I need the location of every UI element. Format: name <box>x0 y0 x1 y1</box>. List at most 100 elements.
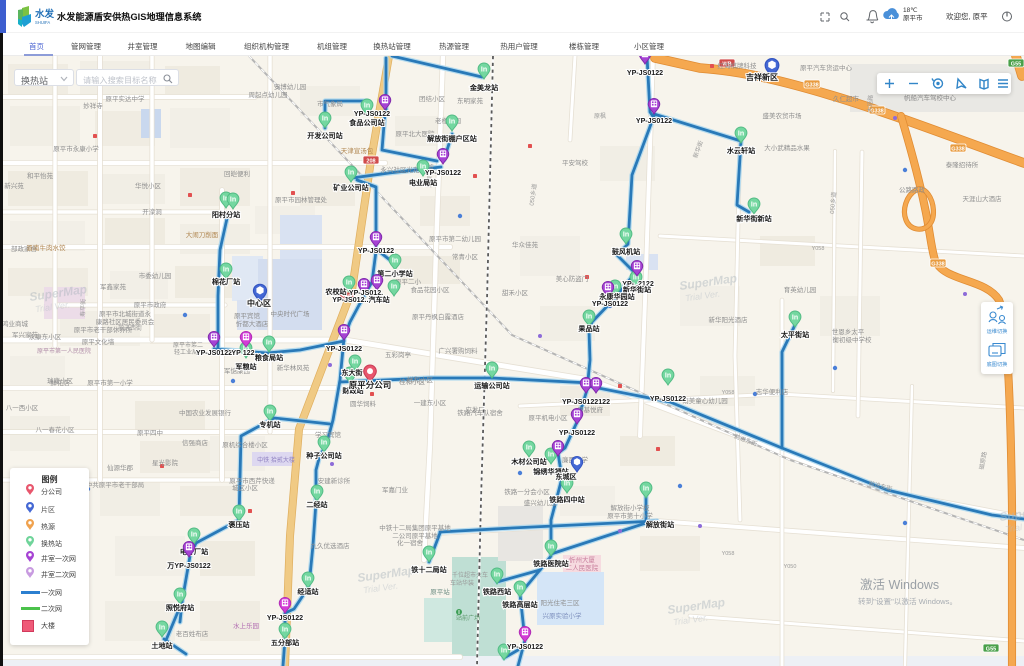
svg-text:和平怡苑: 和平怡苑 <box>27 171 54 180</box>
svg-text:原平文化墙: 原平文化墙 <box>82 337 115 346</box>
svg-text:Y058: Y058 <box>812 246 825 252</box>
svg-text:YP-JS0122: YP-JS0122 <box>650 395 686 403</box>
svg-text:中国农业发展银行: 中国农业发展银行 <box>179 408 232 417</box>
svg-text:水发能源盾安供热GIS地理信息系统: 水发能源盾安供热GIS地理信息系统 <box>57 11 201 22</box>
svg-text:转到"设置"以激活 Windows。: 转到"设置"以激活 Windows。 <box>858 596 957 606</box>
svg-text:YP-JS0122: YP-JS0122 <box>326 345 362 353</box>
svg-text:兴原实验小学: 兴原实验小学 <box>543 611 583 620</box>
svg-text:G55: G55 <box>986 646 996 652</box>
svg-text:盛美农贸市场: 盛美农贸市场 <box>763 111 803 120</box>
svg-text:棉花厂站: 棉花厂站 <box>212 277 240 286</box>
svg-text:安建新诊所: 安建新诊所 <box>318 476 351 485</box>
svg-text:YP-JS0122: YP-JS0122 <box>627 69 663 77</box>
svg-text:YP-JS012..汽车站: YP-JS012..汽车站 <box>332 295 390 304</box>
svg-text:五分部站: 五分部站 <box>271 638 299 647</box>
svg-text:新华街新站: 新华街新站 <box>736 214 771 223</box>
svg-text:妙祥寺: 妙祥寺 <box>83 101 103 110</box>
svg-text:水云轩站: 水云轩站 <box>726 146 755 155</box>
svg-text:G338: G338 <box>931 261 944 267</box>
svg-text:桂和小区: 桂和小区 <box>399 377 426 386</box>
svg-text:新华林风苑: 新华林风苑 <box>277 363 310 372</box>
svg-text:二公司原平基地: 二公司原平基地 <box>392 531 438 540</box>
svg-text:种子公司站: 种子公司站 <box>305 451 341 460</box>
svg-text:YP-JS0122: YP-JS0122 <box>636 117 672 125</box>
svg-text:激活 Windows: 激活 Windows <box>860 578 939 592</box>
svg-text:新兴苑: 新兴苑 <box>4 181 24 190</box>
svg-text:农校站: 农校站 <box>324 287 346 296</box>
svg-text:G338: G338 <box>951 146 964 152</box>
svg-text:千位超市火车: 千位超市火车 <box>452 571 488 579</box>
svg-text:二人民医院: 二人民医院 <box>566 563 599 572</box>
svg-text:美心防盗门: 美心防盗门 <box>556 274 589 283</box>
svg-text:铁路汽车队宿舍: 铁路汽车队宿舍 <box>457 408 503 417</box>
svg-text:欢迎您, 原平: 欢迎您, 原平 <box>946 11 988 21</box>
svg-text:东大街: 东大街 <box>342 368 363 377</box>
svg-text:208: 208 <box>366 158 375 164</box>
svg-text:YP-JS0122: YP-JS0122 <box>507 643 543 651</box>
svg-text:天涯山大酒店: 天涯山大酒店 <box>963 194 1003 203</box>
svg-text:原平市永康小学: 原平市永康小学 <box>53 144 99 153</box>
svg-text:平安驾校: 平安驾校 <box>562 158 589 167</box>
svg-text:东明家苑: 东明家苑 <box>457 96 484 105</box>
svg-text:雨美童心幼儿园: 雨美童心幼儿园 <box>682 396 728 405</box>
svg-text:常青小区: 常青小区 <box>452 252 479 261</box>
svg-text:原平市第二幼儿园: 原平市第二幼儿园 <box>429 234 481 243</box>
svg-text:开滦洞: 开滦洞 <box>142 207 162 216</box>
svg-text:中共原平市老干部局: 中共原平市老干部局 <box>86 480 145 489</box>
svg-text:YP-JS0122: YP-JS0122 <box>354 110 390 118</box>
svg-text:褒压站: 褒压站 <box>227 520 249 529</box>
svg-text:YP-JS0122: YP-JS0122 <box>592 300 628 308</box>
svg-text:阳光住宅三区: 阳光住宅三区 <box>541 598 581 607</box>
svg-text:东城区: 东城区 <box>555 472 576 481</box>
svg-text:食品公司站: 食品公司站 <box>348 118 384 127</box>
svg-text:星光影院: 星光影院 <box>152 458 179 467</box>
svg-text:Y058: Y058 <box>722 390 735 396</box>
svg-text:大闹刀削面: 大闹刀削面 <box>186 230 219 239</box>
svg-text:原平市西芹快递: 原平市西芹快递 <box>229 476 275 485</box>
svg-text:世恩乡太平: 世恩乡太平 <box>832 327 865 336</box>
svg-text:华悦小区: 华悦小区 <box>135 181 162 190</box>
svg-text:YP 122: YP 122 <box>231 349 254 357</box>
svg-text:红海棋牌科技: 红海棋牌科技 <box>718 61 758 70</box>
svg-text:大小武精品水果: 大小武精品水果 <box>764 143 810 152</box>
svg-text:Y058: Y058 <box>722 551 735 557</box>
svg-text:原机综合楼小区: 原机综合楼小区 <box>222 440 268 449</box>
svg-text:原平市第一小学: 原平市第一小学 <box>87 378 133 387</box>
svg-text:老百姓布店: 老百姓布店 <box>176 629 209 638</box>
svg-text:轻工业局: 轻工业局 <box>174 348 198 356</box>
svg-text:市气象局: 市气象局 <box>317 99 343 108</box>
svg-text:甜禾小区: 甜禾小区 <box>502 288 529 297</box>
svg-text:底图切换: 底图切换 <box>987 360 1009 368</box>
svg-text:帆船汽车驾校中心: 帆船汽车驾校中心 <box>904 93 957 102</box>
svg-text:原平丹枫白露酒店: 原平丹枫白露酒店 <box>412 312 465 321</box>
svg-text:公路路政: 公路路政 <box>899 185 926 194</box>
svg-text:一建东小区: 一建东小区 <box>414 398 447 407</box>
svg-text:原平市第一人民医院: 原平市第一人民医院 <box>37 347 91 355</box>
svg-text:原平市北城街道永: 原平市北城街道永 <box>99 309 152 318</box>
svg-text:永康东小区: 永康东小区 <box>29 332 62 341</box>
svg-text:圆华饲料: 圆华饲料 <box>350 399 377 408</box>
svg-text:原平宾馆: 原平宾馆 <box>234 311 261 320</box>
svg-text:团结小区: 团结小区 <box>419 94 446 103</box>
svg-text:G55: G55 <box>1011 61 1021 67</box>
svg-text:粮食局站: 粮食局站 <box>255 353 283 362</box>
svg-text:土地站: 土地站 <box>151 641 172 650</box>
svg-text:开发公司站: 开发公司站 <box>307 131 342 140</box>
svg-text:中铁十二局集团原平基地: 中铁十二局集团原平基地 <box>379 523 451 532</box>
svg-text:YP-JS0122: YP-JS0122 <box>358 247 394 255</box>
svg-text:化一宿舍: 化一宿舍 <box>397 538 424 547</box>
svg-text:G338: G338 <box>805 82 818 88</box>
svg-text:原平市笫二: 原平市笫二 <box>173 341 203 349</box>
svg-text:18℃: 18℃ <box>903 7 918 14</box>
svg-text:原平实达中学: 原平实达中学 <box>106 94 146 103</box>
svg-text:木材公司站: 木材公司站 <box>510 457 546 466</box>
svg-text:原平汽车货运中心: 原平汽车货运中心 <box>800 63 853 72</box>
svg-text:站前广场: 站前广场 <box>456 614 480 622</box>
svg-text:阳村分站: 阳村分站 <box>212 210 240 219</box>
svg-text:照悦府站: 照悦府站 <box>166 603 194 612</box>
svg-text:水发: 水发 <box>35 8 55 20</box>
svg-text:衡初级中学校: 衡初级中学校 <box>833 335 873 344</box>
svg-text:金美龙站: 金美龙站 <box>469 83 498 92</box>
svg-text:铁路医院站: 铁路医院站 <box>533 559 568 568</box>
svg-text:解放街小学校: 解放街小学校 <box>611 503 651 512</box>
